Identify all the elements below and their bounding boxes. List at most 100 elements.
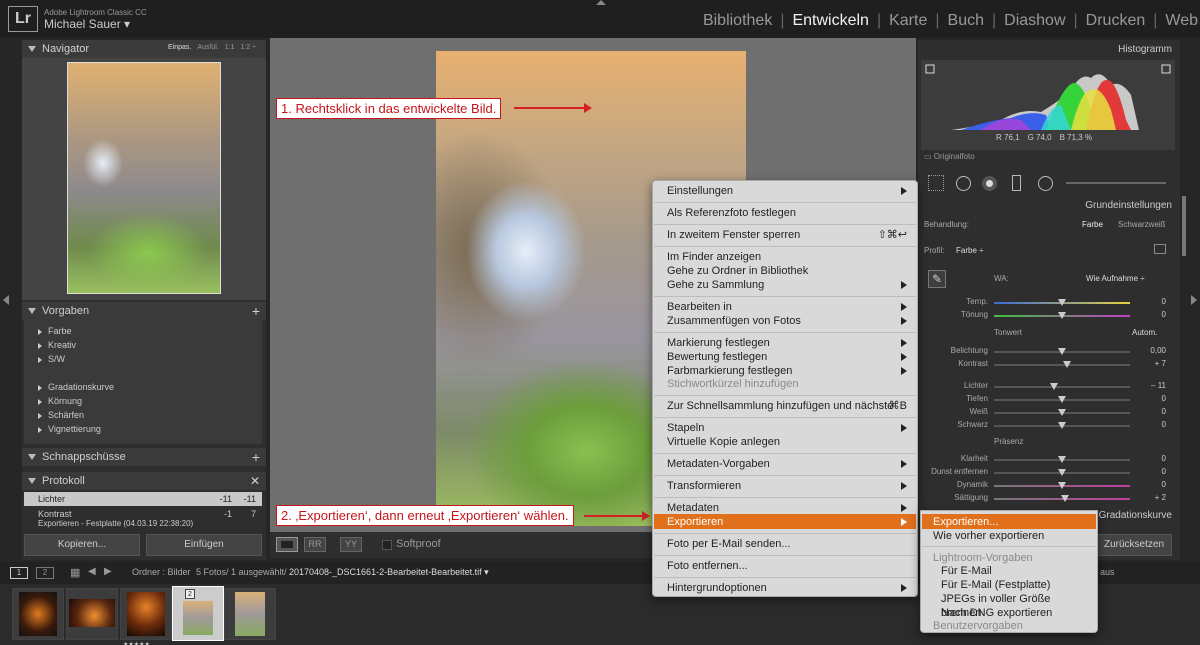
histogram-title[interactable]: Histogramm (1118, 44, 1172, 55)
right-panel-toggle-icon[interactable] (1191, 295, 1197, 305)
profile-browser-icon[interactable] (1154, 244, 1166, 254)
slider-track[interactable] (994, 495, 1130, 502)
menu-item-stapeln[interactable]: Stapeln (667, 421, 907, 435)
filename[interactable]: 20170408-_DSC1661-2-Bearbeitet-Bearbeite… (289, 567, 489, 578)
treatment-bw[interactable]: Schwarzweiß (1118, 220, 1166, 229)
slider-knob[interactable] (1063, 361, 1072, 368)
menu-item-markierung[interactable]: Markierung festlegen (667, 336, 907, 350)
filmstrip-thumb[interactable] (12, 588, 64, 640)
history-row[interactable]: Kontrast -1 7 (24, 507, 262, 521)
submenu-item-email-festplatte[interactable]: Für E-Mail (Festplatte) (941, 578, 1087, 592)
menu-item-transformieren[interactable]: Transformieren (667, 479, 907, 493)
slider-knob[interactable] (1058, 299, 1066, 306)
menu-item-finder[interactable]: Im Finder anzeigen (667, 250, 907, 264)
slider-track[interactable] (994, 482, 1130, 489)
slider-track[interactable] (994, 396, 1130, 403)
menu-item-zusammenfuegen[interactable]: Zusammenfügen von Fotos (667, 314, 907, 328)
module-diashow[interactable]: Diashow (1002, 12, 1067, 30)
slider-knob[interactable] (1058, 312, 1066, 319)
menu-item-exportieren[interactable]: Exportieren (667, 515, 907, 529)
slider-track[interactable] (994, 348, 1130, 355)
module-drucken[interactable]: Drucken (1084, 12, 1148, 30)
paste-settings-button[interactable]: Einfügen (146, 534, 262, 556)
zoom-fill[interactable]: Ausfül. (197, 44, 218, 51)
filmstrip-thumb[interactable] (66, 588, 118, 640)
menu-item-entfernen[interactable]: Foto entfernen... (667, 559, 907, 573)
preset-group-gradationskurve[interactable]: Gradationskurve (38, 380, 262, 394)
clear-history-icon[interactable]: ✕ (250, 472, 260, 490)
slider-value[interactable]: 0 (1144, 407, 1166, 416)
auto-tone-button[interactable]: Autom. (1132, 328, 1157, 337)
menu-item-einstellungen[interactable]: Einstellungen (667, 184, 907, 198)
radial-filter-icon[interactable] (1038, 176, 1053, 191)
slider-value[interactable]: 0 (1144, 394, 1166, 403)
slider-knob[interactable] (1058, 469, 1066, 476)
add-snapshot-icon[interactable]: + (252, 448, 260, 466)
slider-value[interactable]: + 7 (1144, 359, 1166, 368)
folder-path[interactable]: Ordner : Bilder (132, 567, 191, 577)
slider-knob[interactable] (1058, 422, 1066, 429)
red-eye-icon[interactable] (982, 176, 997, 191)
slider-knob[interactable] (1058, 396, 1066, 403)
filmstrip-thumb-selected[interactable]: 2 (172, 586, 224, 641)
back-arrow-icon[interactable]: ◀ (88, 566, 96, 577)
filmstrip-thumb[interactable]: ★★★★★ (120, 588, 172, 645)
menu-item-hintergrund[interactable]: Hintergrundoptionen (667, 581, 907, 595)
white-balance-picker-icon[interactable]: ✎ (928, 270, 946, 288)
preset-group-kreativ[interactable]: Kreativ (38, 338, 262, 352)
reset-button[interactable]: Zurücksetzen (1096, 534, 1172, 556)
slider-knob[interactable] (1058, 409, 1066, 416)
menu-item-virtuelle-kopie[interactable]: Virtuelle Kopie anlegen (667, 435, 907, 449)
slider-value[interactable]: + 2 (1144, 493, 1166, 502)
slider-knob[interactable] (1049, 383, 1058, 390)
menu-item-fenster-sperren[interactable]: In zweitem Fenster sperren ⇧⌘↩ (667, 228, 907, 242)
snapshots-header[interactable]: Schnappschüsse + (22, 448, 266, 466)
slider-value[interactable]: 0 (1144, 467, 1166, 476)
star-rating[interactable]: ★★★★★ (123, 641, 150, 645)
slider-knob[interactable] (1058, 348, 1066, 355)
main-window-button[interactable]: 1 (10, 567, 28, 579)
menu-item-farbmarkierung[interactable]: Farbmarkierung festlegen (667, 364, 907, 378)
menu-item-ordner[interactable]: Gehe zu Ordner in Bibliothek (667, 264, 907, 278)
preset-group-farbe[interactable]: Farbe (38, 324, 262, 338)
module-karte[interactable]: Karte (887, 12, 929, 30)
slider-value[interactable]: 0 (1144, 454, 1166, 463)
menu-item-bearbeiten-in[interactable]: Bearbeiten in (667, 300, 907, 314)
second-window-button[interactable]: 2 (36, 567, 54, 579)
top-panel-toggle-icon[interactable] (596, 0, 606, 5)
zoom-1-1[interactable]: 1:1 (225, 44, 235, 51)
zoom-fit[interactable]: Einpas. (168, 44, 191, 51)
submenu-item-jpegs[interactable]: JPEGs in voller Größe brennen (941, 592, 1087, 619)
module-buch[interactable]: Buch (946, 12, 986, 30)
preset-group-sw[interactable]: S/W (38, 352, 262, 366)
wb-select[interactable]: Wie Aufnahme ÷ (1086, 274, 1145, 283)
before-after-icon[interactable]: RR (304, 537, 326, 552)
menu-item-metadaten[interactable]: Metadaten (667, 501, 907, 515)
slider-value[interactable]: 0 (1144, 297, 1166, 306)
slider-value[interactable]: 0,00 (1144, 346, 1166, 355)
basic-panel-title[interactable]: Grundeinstellungen (1085, 200, 1172, 211)
slider-value[interactable]: 0 (1144, 480, 1166, 489)
module-entwickeln[interactable]: Entwickeln (790, 12, 870, 30)
menu-item-referenzfoto[interactable]: Als Referenzfoto festlegen (667, 206, 907, 220)
user-name[interactable]: Michael Sauer ▾ (44, 17, 130, 31)
slider-track[interactable] (994, 469, 1130, 476)
preset-group-schaerfen[interactable]: Schärfen (38, 408, 262, 422)
slider-knob[interactable] (1058, 456, 1066, 463)
slider-value[interactable]: 0 (1144, 420, 1166, 429)
menu-item-schnellsammlung[interactable]: Zur Schnellsammlung hinzufügen und nächs… (667, 399, 907, 413)
history-row[interactable]: Lichter -11 -11 (24, 492, 262, 506)
slider-value[interactable]: – 11 (1144, 381, 1166, 390)
forward-arrow-icon[interactable]: ▶ (104, 566, 112, 577)
filter-sync-value[interactable]: aus (1100, 567, 1115, 577)
history-row[interactable]: Exportieren - Festplatte (04.03.19 22:38… (24, 520, 262, 528)
zoom-1-2[interactable]: 1:2 ÷ (241, 44, 257, 51)
before-after-yy-icon[interactable]: YY (340, 537, 362, 552)
filmstrip-thumb[interactable] (224, 588, 276, 640)
menu-item-bewertung[interactable]: Bewertung festlegen (667, 350, 907, 364)
softproof-checkbox[interactable] (382, 540, 392, 550)
presets-header[interactable]: Vorgaben + (22, 302, 266, 320)
slider-value[interactable]: 0 (1144, 310, 1166, 319)
profile-select[interactable]: Farbe ÷ (956, 246, 984, 255)
menu-item-metadaten-vorgaben[interactable]: Metadaten-Vorgaben (667, 457, 907, 471)
